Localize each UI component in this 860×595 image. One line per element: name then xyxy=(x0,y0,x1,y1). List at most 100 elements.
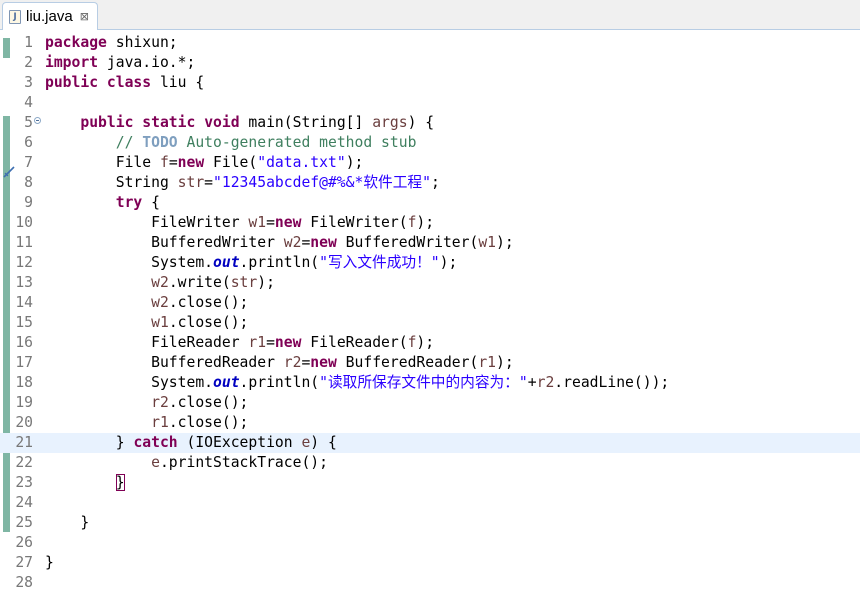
code-token: BufferedReader( xyxy=(336,354,479,371)
code-line[interactable]: 10 FileWriter w1=new FileWriter(f); xyxy=(0,213,860,233)
line-number: 22 xyxy=(15,454,33,471)
code-token: main(String[] xyxy=(239,114,373,131)
code-line[interactable]: 18 System.out.println("读取所保存文件中的内容为："+r2… xyxy=(0,373,860,393)
code-line[interactable]: 11 BufferedWriter w2=new BufferedWriter(… xyxy=(0,233,860,253)
collapse-icon[interactable] xyxy=(34,117,41,124)
code-editor[interactable]: 1 package shixun; 2 import java.io.*; 3 publi… xyxy=(0,31,860,595)
code-line[interactable]: 25 } xyxy=(0,513,860,533)
code-token: = xyxy=(204,174,214,191)
code-line[interactable]: 14 w2.close(); xyxy=(0,293,860,313)
code-token: BufferedWriter( xyxy=(336,234,479,251)
code-token: ); xyxy=(496,234,514,251)
code-token: catch xyxy=(133,434,178,451)
code-token: System. xyxy=(45,254,214,271)
code-token: ); xyxy=(416,334,435,351)
line-number: 8 xyxy=(24,174,33,191)
code-line[interactable]: 2 import java.io.*; xyxy=(0,53,860,73)
code-token: Auto-generated method stub xyxy=(177,134,417,151)
code-line[interactable]: 13 w2.write(str); xyxy=(0,273,860,293)
code-line[interactable]: 8 String str="12345abcdef@#%&*软件工程"; xyxy=(0,173,860,193)
code-token: .close(); xyxy=(168,414,249,431)
code-line[interactable]: 23 } xyxy=(0,473,860,493)
code-token: String xyxy=(45,174,178,191)
code-line[interactable]: 1 package shixun; xyxy=(0,33,860,53)
code-token: new xyxy=(274,334,302,351)
code-token: out xyxy=(213,374,240,391)
code-token: r2 xyxy=(151,394,169,411)
code-text: } xyxy=(45,513,89,533)
code-token: r1 xyxy=(478,354,496,371)
code-token: new xyxy=(310,234,337,251)
code-text: System.out.println("写入文件成功！"); xyxy=(45,253,457,273)
code-token: ; xyxy=(430,174,440,191)
code-token: ); xyxy=(345,154,364,171)
code-line[interactable]: 5 public static void main(String[] args)… xyxy=(0,113,860,133)
code-line[interactable]: 4 xyxy=(0,93,860,113)
code-token: "写入文件成功！" xyxy=(319,254,440,271)
line-number: 28 xyxy=(15,574,33,591)
code-token: class xyxy=(106,74,152,91)
close-tab-icon[interactable]: ⊠ xyxy=(80,11,89,22)
line-number: 10 xyxy=(15,214,33,231)
code-text: r1.close(); xyxy=(45,413,248,433)
code-line[interactable]: 21 } catch (IOException e) { xyxy=(0,433,860,453)
code-token: BufferedReader xyxy=(45,354,284,371)
line-number: 14 xyxy=(15,294,33,311)
code-token: FileWriter( xyxy=(301,214,408,231)
code-line[interactable]: 16 FileReader r1=new FileReader(f); xyxy=(0,333,860,353)
line-number: 15 xyxy=(15,314,33,331)
code-text: w2.close(); xyxy=(45,293,248,313)
code-text: FileWriter w1=new FileWriter(f); xyxy=(45,213,434,233)
code-line[interactable]: 26 xyxy=(0,533,860,553)
code-token: r1 xyxy=(151,414,169,431)
code-line[interactable]: 9 try { xyxy=(0,193,860,213)
code-line[interactable]: 27} xyxy=(0,553,860,573)
code-token: package xyxy=(45,34,107,51)
code-token: ) { xyxy=(407,114,435,131)
tab-liu-java[interactable]: J liu.java ⊠ xyxy=(2,2,98,30)
code-line[interactable]: 20 r1.close(); xyxy=(0,413,860,433)
code-token: = xyxy=(266,214,275,231)
line-number: 18 xyxy=(15,374,33,391)
line-number: 21 xyxy=(15,434,33,451)
code-token: str xyxy=(177,174,205,191)
code-token: try xyxy=(115,194,143,211)
code-line[interactable]: 22 e.printStackTrace(); xyxy=(0,453,860,473)
line-number: 1 xyxy=(24,34,33,51)
code-line[interactable]: 3 public class liu { xyxy=(0,73,860,93)
code-token: static xyxy=(142,114,196,131)
code-token: System. xyxy=(45,374,214,391)
code-token: import xyxy=(45,54,99,71)
line-number: 19 xyxy=(15,394,33,411)
code-line[interactable]: 12 System.out.println("写入文件成功！"); xyxy=(0,253,860,273)
code-line[interactable]: 6 // TODO Auto-generated method stub xyxy=(0,133,860,153)
code-token: ); xyxy=(416,214,435,231)
code-line[interactable]: 28 xyxy=(0,573,860,593)
code-line[interactable]: 15 w1.close(); xyxy=(0,313,860,333)
code-token: // xyxy=(115,134,143,151)
code-line[interactable]: 17 BufferedReader r2=new BufferedReader(… xyxy=(0,353,860,373)
code-token: FileReader( xyxy=(301,334,408,351)
code-text: File f=new File("data.txt"); xyxy=(45,153,364,173)
code-line[interactable]: 19 r2.close(); xyxy=(0,393,860,413)
code-text: r2.close(); xyxy=(45,393,248,413)
line-number: 24 xyxy=(15,494,33,511)
line-number: 3 xyxy=(24,74,33,91)
code-token: w1 xyxy=(151,314,169,331)
code-token: public xyxy=(80,114,134,131)
code-token: w1 xyxy=(478,234,496,251)
line-number: 6 xyxy=(24,134,33,151)
code-token: File xyxy=(45,154,160,171)
code-line[interactable]: 7 File f=new File("data.txt"); xyxy=(0,153,860,173)
code-token: .close(); xyxy=(168,314,249,331)
line-number: 13 xyxy=(15,274,33,291)
code-line[interactable]: 24 xyxy=(0,493,860,513)
code-token: } xyxy=(45,554,54,571)
